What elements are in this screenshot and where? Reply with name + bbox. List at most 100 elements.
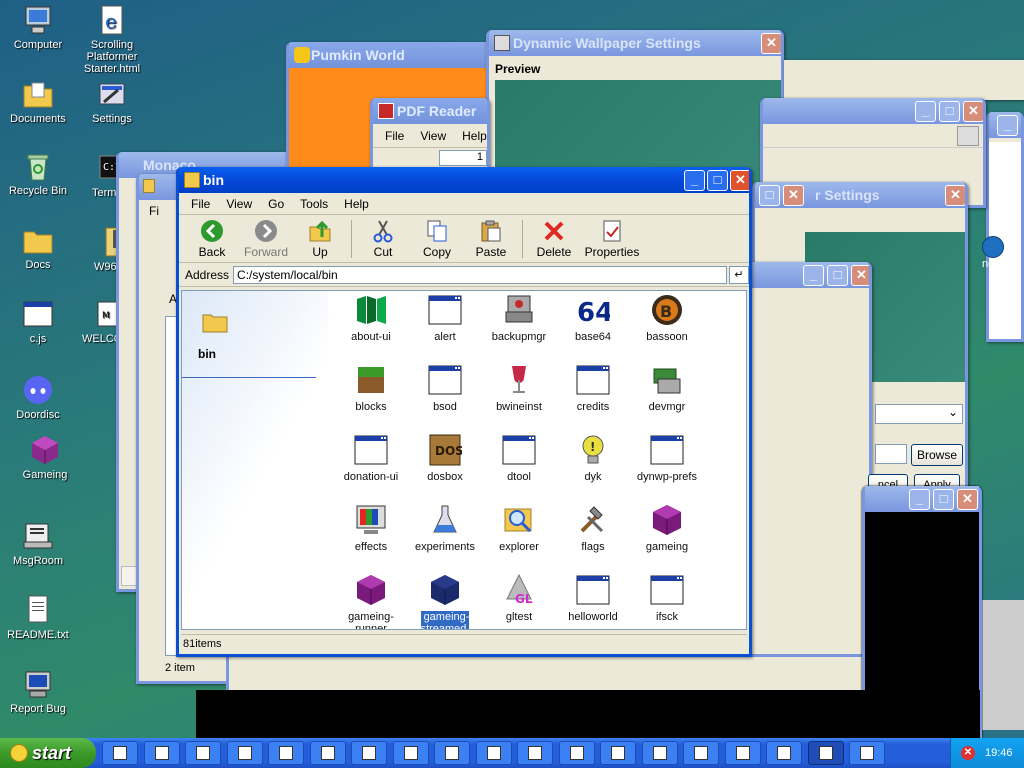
- file-item[interactable]: alert: [408, 293, 482, 343]
- taskbar-item[interactable]: [849, 741, 885, 765]
- minimize-icon[interactable]: _: [909, 489, 930, 510]
- taskbar-item[interactable]: [309, 741, 346, 765]
- file-item[interactable]: DOS dosbox: [408, 433, 482, 483]
- file-item[interactable]: dynwp-prefs: [630, 433, 704, 483]
- desktop-icon-docs[interactable]: Docs: [0, 224, 76, 271]
- address-input[interactable]: [233, 265, 728, 284]
- forward-button[interactable]: Forward: [239, 219, 293, 259]
- minimize-icon[interactable]: _: [684, 170, 705, 191]
- close-icon[interactable]: ✕: [851, 265, 869, 286]
- delete-button[interactable]: Delete: [527, 219, 581, 259]
- desktop-icon-msgroom[interactable]: MsgRoom: [0, 520, 76, 567]
- browse-button[interactable]: Browse: [911, 444, 963, 466]
- maximize-icon[interactable]: □: [707, 170, 728, 191]
- file-item[interactable]: gameing-runner: [334, 573, 408, 629]
- file-item[interactable]: explorer: [482, 503, 556, 553]
- file-item[interactable]: bwineinst: [482, 363, 556, 413]
- file-item[interactable]: blocks: [334, 363, 408, 413]
- menu-file[interactable]: File: [183, 197, 218, 211]
- start-button[interactable]: start: [0, 738, 96, 768]
- taskbar-item[interactable]: [268, 741, 304, 765]
- background-window-middle[interactable]: _ □ ✕: [740, 262, 872, 682]
- copy-button[interactable]: Copy: [410, 219, 464, 259]
- file-item[interactable]: Bbassoon: [630, 293, 704, 343]
- minimize-icon[interactable]: _: [915, 101, 936, 122]
- taskbar-item[interactable]: [600, 741, 636, 765]
- maximize-icon[interactable]: □: [827, 265, 848, 286]
- file-item[interactable]: devmgr: [630, 363, 704, 413]
- error-tray-icon[interactable]: ✕: [961, 746, 975, 760]
- menu-help[interactable]: Help: [336, 197, 377, 211]
- far-right-window[interactable]: _: [986, 112, 1024, 342]
- pdf-reader-title-bar[interactable]: PDF Reader: [373, 98, 487, 124]
- taskbar-item[interactable]: [226, 741, 263, 765]
- taskbar-item[interactable]: [143, 741, 180, 765]
- maximize-icon[interactable]: □: [939, 101, 960, 122]
- settings-title-bar[interactable]: r Settings □ ✕ ✕: [755, 182, 965, 208]
- pdf-reader-window[interactable]: PDF Reader File View Help 1: [370, 98, 490, 178]
- file-item[interactable]: effects: [334, 503, 408, 553]
- taskbar-item[interactable]: [558, 741, 595, 765]
- close-icon[interactable]: ✕: [761, 33, 781, 54]
- minimize-icon[interactable]: _: [997, 115, 1018, 136]
- desktop-icon-recycle-bin[interactable]: Recycle Bin: [0, 150, 76, 197]
- desktop-icon-c-js[interactable]: c.js: [0, 298, 76, 345]
- file-item[interactable]: helloworld: [556, 573, 630, 623]
- menu-tools[interactable]: Tools: [292, 197, 336, 211]
- clock[interactable]: 19:46: [985, 747, 1013, 759]
- menu-view[interactable]: View: [412, 129, 454, 143]
- taskbar-item[interactable]: [683, 741, 719, 765]
- settings-icon[interactable]: [957, 126, 979, 146]
- menu-go[interactable]: Go: [260, 197, 292, 211]
- settings-dropdown[interactable]: ⌄: [875, 404, 963, 424]
- file-item[interactable]: flags: [556, 503, 630, 553]
- file-item[interactable]: gameing: [630, 503, 704, 553]
- menu-help[interactable]: Help: [454, 129, 487, 143]
- back-button[interactable]: Back: [185, 219, 239, 259]
- up-button[interactable]: Up: [293, 219, 347, 259]
- file-item[interactable]: GL gltest: [482, 573, 556, 623]
- file-item[interactable]: experiments: [408, 503, 482, 553]
- desktop-icon-gameing[interactable]: Gameing: [7, 434, 83, 481]
- file-item[interactable]: credits: [556, 363, 630, 413]
- file-item[interactable]: backupmgr: [482, 293, 556, 343]
- taskbar-item[interactable]: [351, 741, 387, 765]
- taskbar-item[interactable]: [517, 741, 553, 765]
- explorer-window[interactable]: bin _ □ ✕ File View Go Tools Help Back F…: [176, 167, 752, 657]
- explorer-title-bar[interactable]: bin _ □ ✕: [179, 167, 749, 193]
- background-window-middle-title-bar[interactable]: _ □ ✕: [743, 262, 869, 288]
- pumkin-world-title-bar[interactable]: Pumkin World: [289, 42, 493, 68]
- menu-file[interactable]: File: [377, 129, 412, 143]
- maximize-icon[interactable]: □: [759, 185, 780, 206]
- desktop-icon-scrolling-platformer[interactable]: e Scrolling Platformer Starter.html: [74, 4, 150, 75]
- black-window-title-bar[interactable]: _ □ ✕: [865, 486, 979, 512]
- close-icon[interactable]: ✕: [957, 489, 978, 510]
- taskbar-item[interactable]: [102, 741, 138, 765]
- desktop-icon-computer[interactable]: Computer: [0, 4, 76, 51]
- paste-button[interactable]: Paste: [464, 219, 518, 259]
- taskbar-item[interactable]: [641, 741, 678, 765]
- taskbar-item[interactable]: [392, 741, 429, 765]
- file-item[interactable]: 64 base64: [556, 293, 630, 343]
- file-item[interactable]: ! dyk: [556, 433, 630, 483]
- close-icon[interactable]: ✕: [963, 101, 983, 122]
- taskbar-item[interactable]: [434, 741, 470, 765]
- file-item[interactable]: donation-ui: [334, 433, 408, 483]
- file-item[interactable]: about-ui: [334, 293, 408, 343]
- go-arrow-icon[interactable]: ↵: [729, 265, 749, 284]
- dynamic-wallpaper-title-bar[interactable]: Dynamic Wallpaper Settings ✕: [489, 30, 781, 56]
- file-item[interactable]: ifsck: [630, 573, 704, 623]
- desktop-icon-report-bug[interactable]: Report Bug: [0, 668, 76, 715]
- taskbar-item[interactable]: [475, 741, 512, 765]
- desktop-icon-readme[interactable]: README.txt: [0, 594, 76, 641]
- taskbar-item[interactable]: [766, 741, 802, 765]
- cut-button[interactable]: Cut: [356, 219, 410, 259]
- close-icon[interactable]: ✕: [783, 185, 804, 206]
- desktop-icon-documents[interactable]: Documents: [0, 78, 76, 125]
- file-item[interactable]: dtool: [482, 433, 556, 483]
- settings-path-input[interactable]: [875, 444, 907, 464]
- file-item[interactable]: bsod: [408, 363, 482, 413]
- background-window-right-title-bar[interactable]: _ □ ✕: [763, 98, 983, 124]
- close-icon[interactable]: ✕: [945, 185, 965, 206]
- file-item[interactable]: gameing-streamed: [408, 573, 482, 629]
